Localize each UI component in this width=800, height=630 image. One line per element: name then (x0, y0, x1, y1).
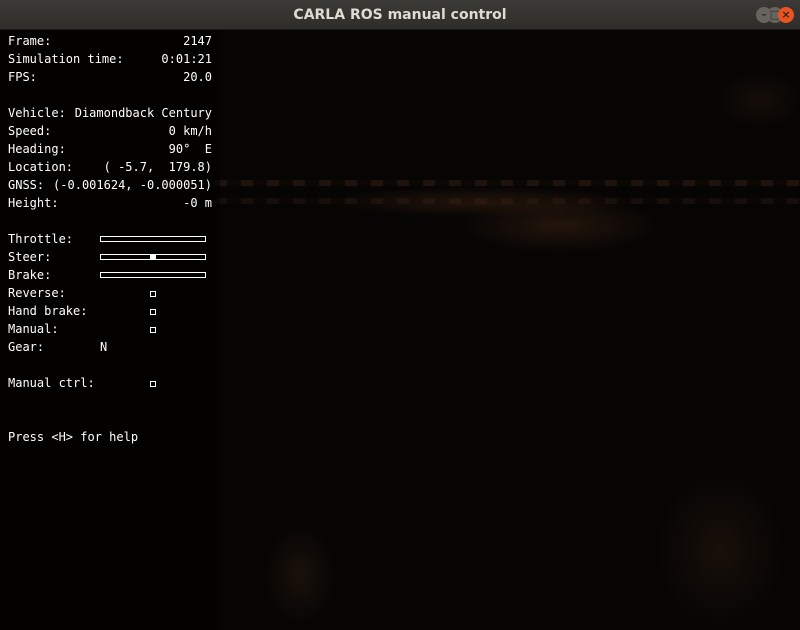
location-value: ( -5.7, 179.8) (103, 160, 212, 174)
gnss-label: GNSS: (8, 178, 45, 192)
manual-checkbox (150, 327, 156, 333)
hud-row-height: Height: -0 m (8, 194, 212, 212)
brake-label: Brake: (8, 268, 52, 282)
speed-value: 0 km/h (168, 124, 212, 138)
steer-bar (100, 254, 206, 260)
gear-label: Gear: (8, 340, 45, 354)
vehicle-label: Vehicle: (8, 106, 66, 120)
reverse-label: Reverse: (8, 286, 66, 300)
camera-view[interactable]: Frame: 2147 Simulation time: 0:01:21 FPS… (0, 30, 800, 630)
reverse-checkbox (150, 291, 156, 297)
minimize-icon: – (761, 8, 767, 21)
hud-row-vehicle: Vehicle: Diamondback Century (8, 104, 212, 122)
hud-help-text: Press <H> for help (8, 428, 308, 446)
frame-label: Frame: (8, 34, 52, 48)
hud-row-manual: Manual: (8, 320, 212, 338)
hud-panel: Frame: 2147 Simulation time: 0:01:21 FPS… (0, 30, 220, 630)
hud-row-frame: Frame: 2147 (8, 32, 212, 50)
close-icon: × (781, 8, 791, 21)
hud-row-steer: Steer: (8, 248, 212, 266)
sim-time-label: Simulation time: (8, 52, 124, 66)
hud-row-hand-brake: Hand brake: (8, 302, 212, 320)
throttle-label: Throttle: (8, 232, 74, 246)
steer-indicator (150, 254, 156, 260)
steer-label: Steer: (8, 250, 52, 264)
height-label: Height: (8, 196, 59, 210)
close-button[interactable]: × (778, 7, 794, 23)
help-text: Press <H> for help (8, 430, 139, 444)
title-bar[interactable]: CARLA ROS manual control – □ × (0, 0, 800, 30)
hud-row-heading: Heading: 90° E (8, 140, 212, 158)
fps-value: 20.0 (183, 70, 212, 84)
scene-detail (215, 198, 800, 204)
hand-brake-label: Hand brake: (8, 304, 88, 318)
app-window: CARLA ROS manual control – □ × Frame: 21… (0, 0, 800, 630)
manual-ctrl-label: Manual ctrl: (8, 376, 95, 390)
hud-row-reverse: Reverse: (8, 284, 212, 302)
vehicle-value: Diamondback Century (74, 106, 212, 120)
throttle-bar (100, 236, 206, 242)
hud-row-gear: Gear: N (8, 338, 212, 356)
heading-label: Heading: (8, 142, 66, 156)
window-title: CARLA ROS manual control (293, 7, 507, 23)
hud-row-location: Location: ( -5.7, 179.8) (8, 158, 212, 176)
hud-row-sim-time: Simulation time: 0:01:21 (8, 50, 212, 68)
hud-row-manual-ctrl: Manual ctrl: (8, 374, 212, 392)
heading-value: 90° E (168, 142, 212, 156)
manual-ctrl-checkbox (150, 381, 156, 387)
hud-row-brake: Brake: (8, 266, 212, 284)
hand-brake-checkbox (150, 309, 156, 315)
fps-label: FPS: (8, 70, 37, 84)
gear-value: N (100, 340, 108, 354)
hud-row-fps: FPS: 20.0 (8, 68, 212, 86)
gnss-value: (-0.001624, -0.000051) (53, 178, 212, 192)
hud-row-throttle: Throttle: (8, 230, 212, 248)
frame-value: 2147 (183, 34, 212, 48)
manual-label: Manual: (8, 322, 59, 336)
speed-label: Speed: (8, 124, 52, 138)
height-value: -0 m (183, 196, 212, 210)
brake-bar (100, 272, 206, 278)
hud-row-speed: Speed: 0 km/h (8, 122, 212, 140)
scene-detail (215, 180, 800, 186)
location-label: Location: (8, 160, 74, 174)
hud-row-gnss: GNSS: (-0.001624, -0.000051) (8, 176, 212, 194)
sim-time-value: 0:01:21 (161, 52, 212, 66)
